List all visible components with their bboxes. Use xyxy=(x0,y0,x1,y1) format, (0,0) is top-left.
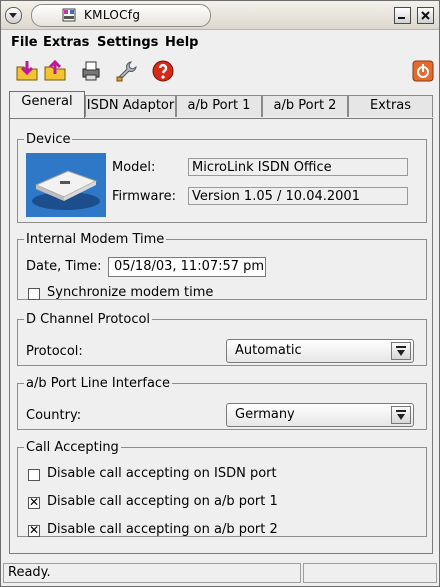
disable-ab2-call-accept-checkbox[interactable]: ✕ xyxy=(28,523,40,537)
disable-isdn-call-accept-checkbox[interactable] xyxy=(28,469,40,481)
ab-line-group: a/b Port Line Interface Country: Germany xyxy=(17,376,427,430)
save-to-device-icon[interactable] xyxy=(43,59,67,83)
disable-ab1-call-accept-label: Disable call accepting on a/b port 1 xyxy=(47,494,278,509)
menu-bar: File Extras Settings Help xyxy=(1,32,439,54)
menu-help[interactable]: Help xyxy=(165,35,198,50)
check-icon: ✕ xyxy=(29,495,40,509)
country-label: Country: xyxy=(26,408,82,423)
d-channel-legend: D Channel Protocol xyxy=(26,312,151,327)
synchronize-modem-time-label: Synchronize modem time xyxy=(47,285,214,300)
disable-ab1-call-accept-checkbox[interactable]: ✕ xyxy=(28,495,40,509)
disable-isdn-call-accept-label: Disable call accepting on ISDN port xyxy=(47,466,277,481)
tab-ab-port-2[interactable]: a/b Port 2 xyxy=(262,95,348,117)
call-accepting-legend: Call Accepting xyxy=(26,440,119,455)
help-icon[interactable] xyxy=(151,59,175,83)
d-channel-group: D Channel Protocol Protocol: Automatic xyxy=(17,312,427,366)
ab-line-legend: a/b Port Line Interface xyxy=(26,376,171,391)
chevron-down-icon[interactable] xyxy=(391,406,411,424)
close-icon xyxy=(421,11,430,20)
tab-general[interactable]: General xyxy=(9,91,85,118)
modem-time-group: Internal Modem Time Date, Time: 05/18/03… xyxy=(17,232,427,300)
load-from-device-icon[interactable] xyxy=(15,59,39,83)
power-icon[interactable] xyxy=(411,59,435,83)
date-time-label: Date, Time: xyxy=(26,259,102,274)
window-menu-button[interactable] xyxy=(5,7,22,24)
status-bar: Ready. xyxy=(1,561,439,585)
title-pill: KMLOCfg xyxy=(31,4,211,27)
close-button[interactable] xyxy=(417,7,434,24)
tab-extras[interactable]: Extras xyxy=(348,95,433,117)
minimize-button[interactable] xyxy=(394,7,411,24)
menu-extras[interactable]: Extras xyxy=(43,35,89,50)
device-legend: Device xyxy=(26,132,71,147)
modem-time-legend: Internal Modem Time xyxy=(26,232,165,247)
printer-icon[interactable] xyxy=(79,59,103,83)
date-time-field[interactable]: 05/18/03, 11:07:57 pm xyxy=(108,257,266,277)
app-window: KMLOCfg File Extras Settings Help Genera… xyxy=(0,0,440,587)
model-value: MicroLink ISDN Office xyxy=(188,158,408,176)
protocol-selected: Automatic xyxy=(235,343,302,358)
tab-isdn-adaptor[interactable]: ISDN Adaptor xyxy=(85,95,176,117)
firmware-label: Firmware: xyxy=(112,189,176,204)
window-title: KMLOCfg xyxy=(84,8,141,22)
protocol-select[interactable]: Automatic xyxy=(226,339,414,363)
tab-bar: General ISDN Adaptor a/b Port 1 a/b Port… xyxy=(9,91,433,119)
chevron-down-icon[interactable] xyxy=(391,342,411,360)
call-accepting-group: Call Accepting Disable call accepting on… xyxy=(17,440,427,537)
title-bar: KMLOCfg xyxy=(1,1,439,30)
disable-ab2-call-accept-label: Disable call accepting on a/b port 2 xyxy=(47,522,278,537)
country-selected: Germany xyxy=(235,407,295,422)
menu-file[interactable]: File xyxy=(11,35,38,50)
app-icon xyxy=(62,8,76,22)
synchronize-modem-time-checkbox[interactable] xyxy=(28,288,40,300)
toolbar xyxy=(1,57,439,85)
country-select[interactable]: Germany xyxy=(226,403,414,427)
tab-ab-port-1[interactable]: a/b Port 1 xyxy=(176,95,262,117)
menu-settings[interactable]: Settings xyxy=(97,35,158,50)
check-icon: ✕ xyxy=(29,523,40,537)
device-image xyxy=(26,153,106,217)
firmware-value: Version 1.05 / 10.04.2001 xyxy=(188,187,408,205)
wrench-icon[interactable] xyxy=(115,59,139,83)
device-group: Device Model: MicroLink ISDN Office Firm… xyxy=(17,132,427,223)
model-label: Model: xyxy=(112,160,156,175)
protocol-label: Protocol: xyxy=(26,344,83,359)
status-secondary xyxy=(303,563,437,583)
general-panel: Device Model: MicroLink ISDN Office Firm… xyxy=(9,118,433,554)
status-text: Ready. xyxy=(3,563,301,583)
